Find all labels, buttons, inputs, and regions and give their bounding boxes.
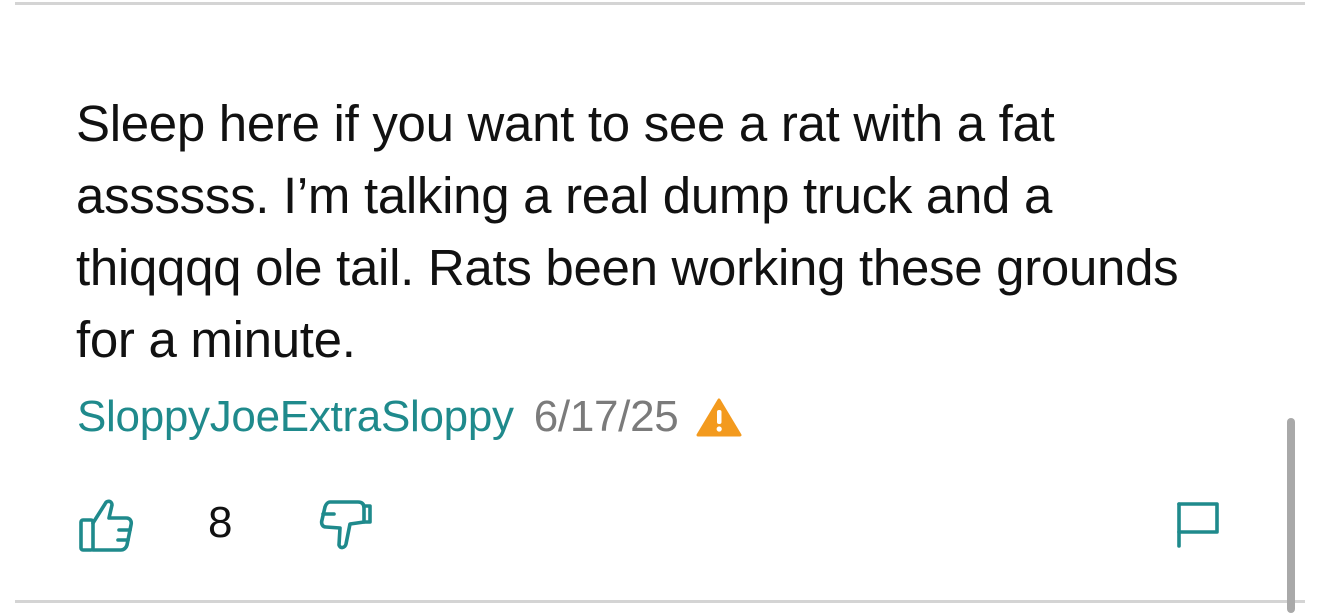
top-divider	[15, 2, 1305, 5]
report-flag-button[interactable]	[1168, 492, 1228, 556]
comment-text: Sleep here if you want to see a rat with…	[76, 95, 1179, 368]
flag-icon	[1177, 502, 1219, 548]
thumbs-up-icon	[79, 499, 134, 552]
comment-meta: SloppyJoeExtraSloppy 6/17/25	[77, 389, 742, 445]
upvote-button[interactable]	[76, 492, 136, 556]
bottom-divider	[15, 600, 1305, 603]
review-page: Sleep here if you want to see a rat with…	[0, 0, 1320, 613]
vote-count: 8	[208, 498, 233, 547]
author-link[interactable]: SloppyJoeExtraSloppy	[77, 392, 514, 442]
downvote-button[interactable]	[316, 492, 376, 556]
comment-date: 6/17/25	[533, 392, 679, 441]
comment-actions: 8	[76, 492, 1236, 556]
thumbs-down-icon	[319, 500, 372, 550]
scrollbar-thumb[interactable]	[1287, 418, 1295, 613]
warning-triangle-icon[interactable]	[696, 397, 742, 437]
